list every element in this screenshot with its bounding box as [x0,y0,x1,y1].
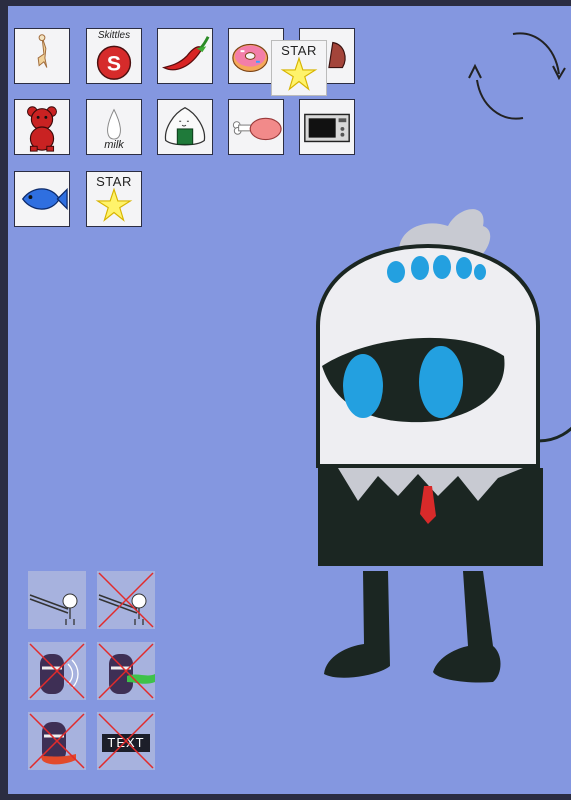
fish-icon [21,187,68,211]
action-green-breath [97,642,155,700]
left-eye [343,354,383,418]
item-fish[interactable] [14,171,70,227]
disabled-cross-icon [29,713,85,769]
item-chili-pepper[interactable] [157,28,213,84]
item-chicken-bone[interactable] [14,28,70,84]
disabled-cross-icon [98,713,154,769]
character[interactable] [308,196,571,696]
action-text: TEXT [97,712,155,770]
item-onigiri[interactable] [157,99,213,155]
disabled-cross-icon [98,643,154,699]
disabled-cross-icon [29,643,85,699]
skittles-icon: S [96,45,132,80]
star-icon [280,56,318,91]
game-stage: Skittles S STAR milk STAR TEXT [8,6,571,794]
svg-text:S: S [107,52,121,75]
dragged-star-item[interactable]: STAR [271,40,327,96]
disabled-cross-icon [98,572,154,628]
item-drumstick[interactable] [228,99,284,155]
item-microwave[interactable] [299,99,355,155]
action-red-tongue [28,712,86,770]
milk-drop-icon [107,108,121,140]
action-sweep-alt [97,571,155,629]
drumstick-icon [232,117,282,141]
arm [537,426,571,443]
action-shout [28,642,86,700]
right-leg [433,571,501,683]
sweep-figure-icon [29,593,78,625]
chicken-bone-icon [37,34,48,68]
item-red-teddy-bear[interactable] [14,99,70,155]
left-leg [324,571,390,678]
item-milk[interactable]: milk [86,99,142,155]
item-star[interactable]: STAR [86,171,142,227]
teddy-bear-icon [27,106,57,152]
star-icon [95,187,133,222]
item-skittles[interactable]: Skittles S [86,28,142,84]
character-figure [316,209,571,683]
reset-button[interactable] [463,26,571,126]
microwave-icon [304,113,350,143]
rotate-arrows-icon [468,32,566,120]
right-eye [419,346,463,418]
onigiri-icon [164,107,206,146]
chili-pepper-icon [161,36,210,71]
action-sweep[interactable] [28,571,86,629]
